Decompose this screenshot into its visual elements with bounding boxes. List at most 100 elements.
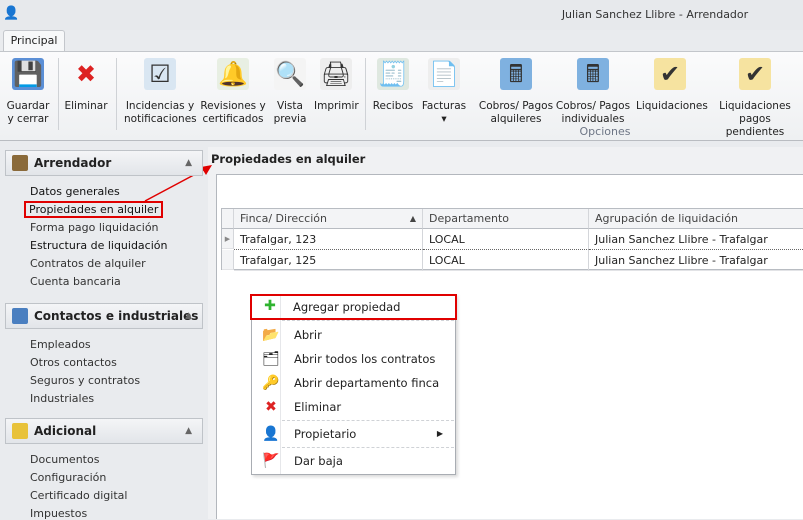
ribbon-button-recibos[interactable]: 🧾 Recibos: [371, 58, 415, 113]
ribbon-button-liquidaciones[interactable]: ✔ Liquidaciones: [636, 58, 708, 113]
tab-principal[interactable]: Principal: [3, 30, 65, 52]
menu-item-abrir-departamento-finca[interactable]: 🔑 Abrir departamento finca: [252, 372, 455, 394]
ribbon-button-guardar[interactable]: 💾 Guardar y cerrar: [3, 58, 53, 126]
menu-item-label: Dar baja: [294, 454, 343, 468]
menu-item-abrir[interactable]: 📂 Abrir: [252, 324, 455, 346]
table-cell[interactable]: LOCAL: [423, 250, 589, 271]
delete-icon: ✖: [265, 399, 277, 415]
sidebar-item-empleados[interactable]: Empleados: [30, 338, 91, 351]
ribbon-button-label-2: y cerrar: [7, 113, 49, 125]
column-header-label: Finca/ Dirección: [240, 212, 327, 225]
menu-item-abrir-todos-los-contratos[interactable]: 🗂 Abrir todos los contratos: [252, 348, 455, 370]
menu-item-label: Propietario: [294, 427, 357, 441]
incidents-icon: ☑: [144, 58, 176, 90]
ribbon-group-label: Opciones: [579, 125, 631, 138]
key-icon: 🔑: [262, 375, 280, 391]
menu-item-label: Abrir: [294, 328, 322, 342]
sidebar-item-forma-pago-liquidaci-n[interactable]: Forma pago liquidación: [30, 221, 159, 234]
column-header-label: Departamento: [429, 212, 510, 225]
sidebar-group-contactos[interactable]: Contactos e industriales ▲: [5, 303, 203, 329]
sidebar-item-seguros-y-contratos[interactable]: Seguros y contratos: [30, 374, 140, 387]
database-icon: [12, 423, 28, 439]
owner-icon: 👤: [262, 426, 280, 442]
folder-open-icon: 📂: [262, 327, 280, 343]
delete-icon: ✖: [75, 59, 97, 88]
ribbon-button-vista[interactable]: 🔍 Vista previa: [272, 58, 308, 126]
flag-icon: 🚩: [262, 453, 280, 469]
table-cell[interactable]: Trafalgar, 125: [234, 250, 423, 271]
save-icon: 💾: [12, 58, 44, 90]
chevron-up-icon[interactable]: ▲: [185, 151, 192, 175]
ribbon-button-imprimir[interactable]: 🖨 Imprimir: [314, 58, 359, 113]
menu-item-label: Eliminar: [294, 400, 342, 414]
sidebar-item-estructura-de-liquidaci-n[interactable]: Estructura de liquidación: [30, 239, 167, 252]
chevron-up-icon[interactable]: ▲: [185, 419, 192, 443]
sidebar-item-configuraci-n[interactable]: Configuración: [30, 471, 106, 484]
preview-icon: 🔍: [274, 58, 306, 90]
ribbon-button-label: Facturas: [421, 100, 467, 112]
menu-item-label: Abrir departamento finca: [294, 376, 440, 390]
ribbon-button-label: Liquidaciones: [719, 100, 791, 112]
ribbon-button-label-2: ▾: [441, 113, 447, 125]
certificate-icon: ✔: [654, 58, 686, 90]
ribbon-button-incidencias-y[interactable]: ☑ Incidencias y notificaciones: [124, 58, 197, 126]
column-header[interactable]: Departamento: [423, 209, 589, 229]
row-indicator-header: [222, 209, 234, 229]
ribbon-button-cobros-pagos[interactable]: 🖩 Cobros/ Pagos alquileres: [474, 58, 558, 126]
sidebar-item-contratos-de-alquiler[interactable]: Contratos de alquiler: [30, 257, 146, 270]
table-cell[interactable]: LOCAL: [423, 229, 589, 250]
ribbon-button-label-2: alquileres: [490, 113, 542, 125]
menu-separator: [282, 447, 454, 448]
sidebar-group-title: Contactos e industriales: [34, 309, 199, 323]
contacts-icon: [12, 308, 28, 324]
plus-icon: ✚: [264, 298, 276, 314]
sidebar-item-datos-generales[interactable]: Datos generales: [30, 185, 120, 198]
sidebar-item-propiedades-en-alquiler[interactable]: Propiedades en alquiler: [23, 201, 164, 218]
sidebar-group-adicional[interactable]: Adicional ▲: [5, 418, 203, 444]
column-header[interactable]: Agrupación de liquidación: [589, 209, 803, 229]
table-cell[interactable]: Julian Sanchez Llibre - Trafalgar: [589, 229, 803, 250]
printer-icon: 🖨: [320, 58, 352, 90]
window-title: Julian Sanchez Llibre - Arrendador: [561, 8, 749, 21]
sidebar-item-impuestos[interactable]: Impuestos: [30, 507, 87, 520]
menu-item-dar-baja[interactable]: 🚩 Dar baja: [252, 450, 455, 472]
menu-item-eliminar[interactable]: ✖ Eliminar: [252, 396, 455, 418]
ribbon-button-label-2: notificaciones: [124, 113, 197, 125]
ribbon-button-label: Vista: [277, 100, 303, 112]
sidebar-group-title: Adicional: [34, 424, 97, 438]
ribbon-button-label: Recibos: [372, 100, 414, 112]
sidebar-group-arrendador[interactable]: Arrendador ▲: [5, 150, 203, 176]
column-header[interactable]: Finca/ Dirección ▲: [234, 209, 423, 229]
menu-item-propietario[interactable]: 👤 Propietario ▶: [252, 423, 455, 445]
table-cell[interactable]: Julian Sanchez Llibre - Trafalgar: [589, 250, 803, 271]
bell-icon: 🔔: [217, 58, 249, 90]
certificate-icon: ✔: [739, 58, 771, 90]
title-bar: 👤 Julian Sanchez Llibre - Arrendador: [0, 0, 803, 30]
ribbon-button-label: Cobros/ Pagos: [555, 100, 631, 112]
menu-item-agregar-propiedad[interactable]: ✚ Agregar propiedad: [250, 294, 457, 320]
ribbon-button-facturas[interactable]: 📄 Facturas ▾: [420, 58, 468, 126]
sidebar-item-documentos[interactable]: Documentos: [30, 453, 99, 466]
menu-separator: [282, 420, 454, 421]
ribbon-button-cobros-pagos-individuales[interactable]: 🖩 Cobros/ Pagos individuales: [555, 58, 631, 126]
sidebar-item-certificado-digital[interactable]: Certificado digital: [30, 489, 127, 502]
ribbon-button-eliminar[interactable]: ✖ Eliminar: [64, 58, 108, 113]
ribbon-button-label-2: previa: [273, 113, 307, 125]
sidebar-item-industriales[interactable]: Industriales: [30, 392, 94, 405]
table-cell[interactable]: Trafalgar, 123: [234, 229, 423, 250]
sidebar-item-otros-contactos[interactable]: Otros contactos: [30, 356, 117, 369]
ribbon-button-label: Cobros/ Pagos: [478, 100, 554, 112]
context-menu: ✚ Agregar propiedad 📂 Abrir 🗂 Abrir todos los…: [250, 294, 457, 475]
sidebar-item-cuenta-bancaria[interactable]: Cuenta bancaria: [30, 275, 121, 288]
ribbon-button-liquidaciones-pendientes[interactable]: ✔ Liquidaciones pagos pendientes: [709, 58, 801, 139]
receipt-icon: 🧾: [377, 58, 409, 90]
ribbon-button-revisiones-y[interactable]: 🔔 Revisiones y certificados: [199, 58, 267, 126]
ribbon-button-label: Liquidaciones: [636, 100, 708, 112]
row-indicator[interactable]: [222, 250, 234, 270]
folders-icon: 🗂: [262, 351, 280, 367]
page-title: Propiedades en alquiler: [211, 152, 366, 166]
calculator-person-icon: 🖩: [577, 58, 609, 90]
chevron-up-icon[interactable]: ▲: [185, 304, 192, 328]
row-indicator[interactable]: ▶: [222, 229, 234, 249]
calculator-icon: 🖩: [500, 58, 532, 90]
